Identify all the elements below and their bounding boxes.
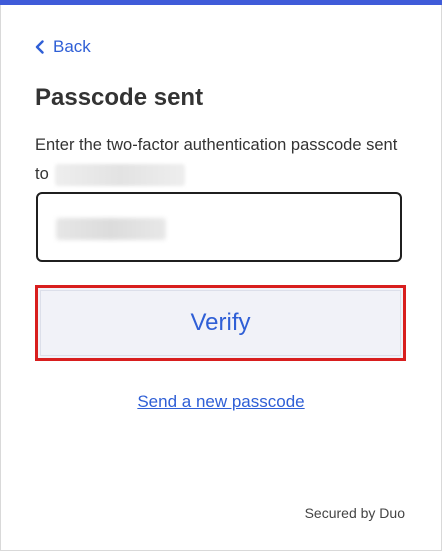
resend-container: Send a new passcode <box>0 392 442 412</box>
page-title: Passcode sent <box>35 84 204 111</box>
back-button[interactable]: Back <box>35 37 91 57</box>
chevron-left-icon <box>35 40 44 54</box>
passcode-input[interactable] <box>36 192 402 262</box>
secured-by-duo: Secured by Duo <box>304 505 405 521</box>
send-new-passcode-link[interactable]: Send a new passcode <box>137 392 304 411</box>
redacted-passcode <box>56 218 166 240</box>
verify-button[interactable]: Verify <box>35 285 406 361</box>
redacted-phone-number <box>55 163 186 186</box>
instruction-text: Enter the two-factor authentication pass… <box>35 131 407 189</box>
verify-button-face: Verify <box>40 290 401 356</box>
back-label: Back <box>53 37 91 56</box>
verify-label: Verify <box>190 309 251 336</box>
